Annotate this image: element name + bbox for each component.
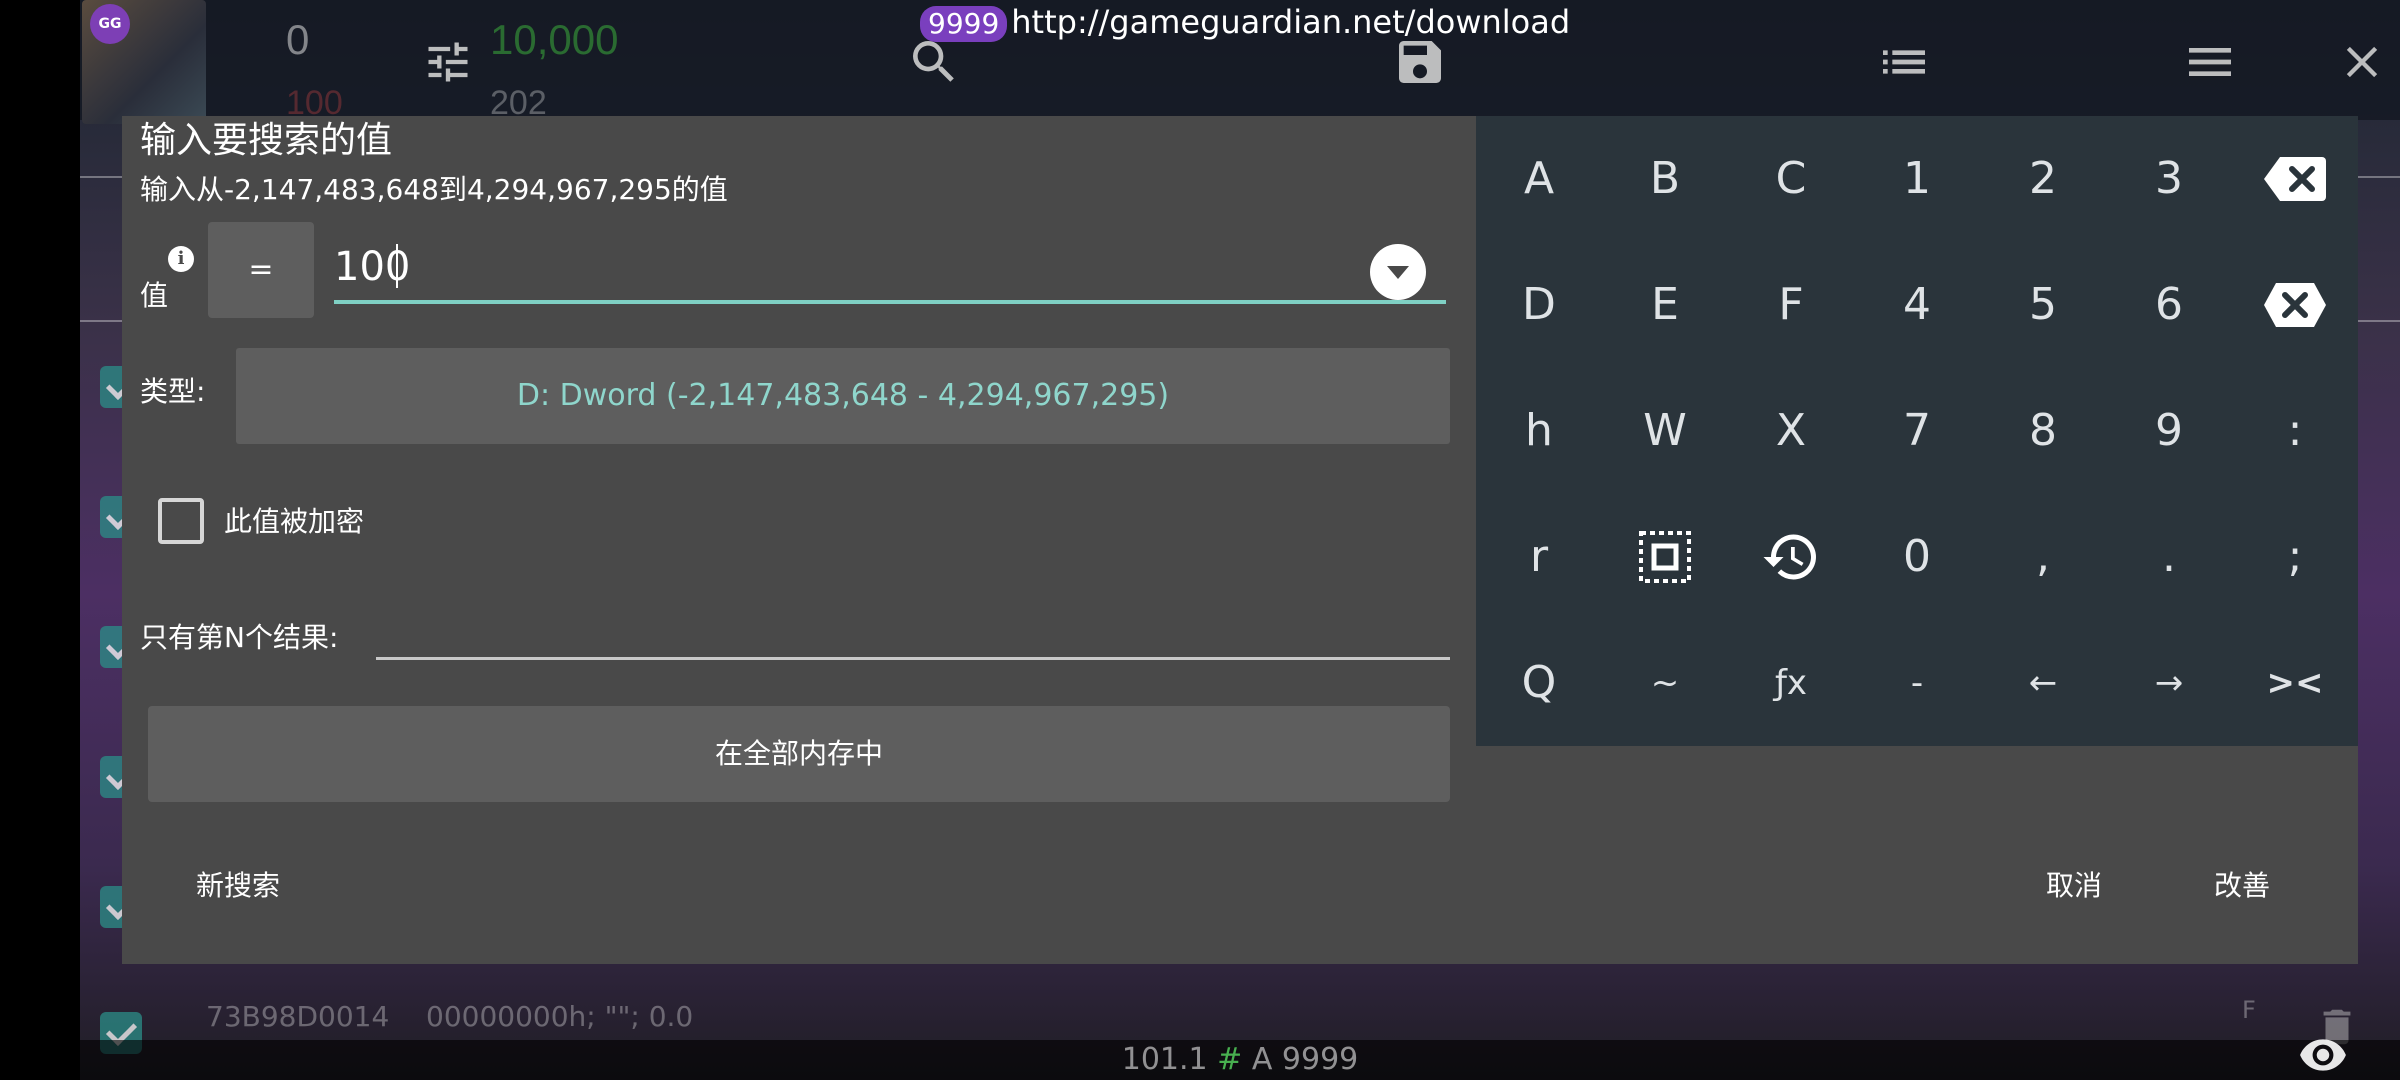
- type-label: 类型:: [140, 375, 206, 408]
- history-dropdown-button[interactable]: [1370, 244, 1426, 300]
- key-8[interactable]: 8: [1980, 368, 2106, 494]
- save-icon[interactable]: [1392, 34, 1448, 90]
- key-comma[interactable]: ,: [1980, 494, 2106, 620]
- key-tilde[interactable]: ~: [1602, 620, 1728, 746]
- key-h[interactable]: h: [1476, 368, 1602, 494]
- search-icon[interactable]: [906, 34, 962, 90]
- text-cursor: [396, 244, 398, 288]
- key-D[interactable]: D: [1476, 242, 1602, 368]
- close-icon[interactable]: [2336, 36, 2388, 88]
- key-r[interactable]: r: [1476, 494, 1602, 620]
- key-5[interactable]: 5: [1980, 242, 2106, 368]
- bg-counter-left: 0: [286, 16, 310, 63]
- operator-button[interactable]: =: [208, 222, 314, 318]
- history-icon[interactable]: [1728, 494, 1854, 620]
- filter-icon[interactable]: [422, 36, 474, 88]
- key-6[interactable]: 6: [2106, 242, 2232, 368]
- search-dialog: 输入要搜索的值 输入从-2,147,483,648到4,294,967,295的…: [122, 116, 2358, 964]
- count-badge: 9999: [920, 6, 1008, 42]
- key-A[interactable]: A: [1476, 116, 1602, 242]
- key-F[interactable]: F: [1728, 242, 1854, 368]
- bg-row-flag: F: [2242, 996, 2256, 1024]
- key-3[interactable]: 3: [2106, 116, 2232, 242]
- key-1[interactable]: 1: [1854, 116, 1980, 242]
- encrypted-checkbox[interactable]: [158, 498, 204, 544]
- select-icon[interactable]: [1602, 494, 1728, 620]
- value-label: 值: [140, 279, 169, 312]
- backspace-icon[interactable]: [2232, 116, 2358, 242]
- key-7[interactable]: 7: [1854, 368, 1980, 494]
- key-C[interactable]: C: [1728, 116, 1854, 242]
- key-Q[interactable]: Q: [1476, 620, 1602, 746]
- dialog-subtitle: 输入从-2,147,483,648到4,294,967,295的值: [140, 173, 728, 206]
- download-url[interactable]: http://gameguardian.net/download: [1011, 3, 1570, 41]
- new-search-button[interactable]: 新搜索: [196, 866, 280, 906]
- type-select[interactable]: D: Dword (-2,147,483,648 - 4,294,967,295…: [236, 348, 1450, 444]
- nth-result-label: 只有第N个结果:: [140, 621, 339, 654]
- list-icon[interactable]: [1876, 34, 1932, 90]
- key-9[interactable]: 9: [2106, 368, 2232, 494]
- refine-button[interactable]: 改善: [2214, 866, 2270, 906]
- key-2[interactable]: 2: [1980, 116, 2106, 242]
- key-X[interactable]: X: [1728, 368, 1854, 494]
- bg-result-row[interactable]: 73B98D0014 00000000h; ""; 0.0 F: [80, 996, 2400, 1042]
- bg-row-value: 00000000h; ""; 0.0: [426, 1000, 694, 1033]
- key-B[interactable]: B: [1602, 116, 1728, 242]
- key-semicolon[interactable]: ;: [2232, 494, 2358, 620]
- key-cursor-right[interactable]: →: [2106, 620, 2232, 746]
- key-0[interactable]: 0: [1854, 494, 1980, 620]
- status-prefix: 101.1: [1121, 1042, 1208, 1077]
- info-icon[interactable]: i: [168, 246, 194, 272]
- key-minus[interactable]: -: [1854, 620, 1980, 746]
- status-bar: 101.1 # A 9999: [80, 1040, 2400, 1080]
- key-collapse[interactable]: ><: [2232, 620, 2358, 746]
- memory-range-button[interactable]: 在全部内存中: [148, 706, 1450, 802]
- eye-icon[interactable]: [2298, 1030, 2348, 1080]
- status-suffix: A 9999: [1251, 1042, 1359, 1077]
- dialog-title: 输入要搜索的值: [140, 120, 393, 161]
- bg-row-address: 73B98D0014: [206, 1000, 390, 1033]
- value-input[interactable]: [334, 234, 1446, 304]
- key-function[interactable]: ƒx: [1728, 620, 1854, 746]
- app-icon: GG: [82, 0, 206, 124]
- keypad: A B C 1 2 3 D E F 4 5 6 h W X 7 8 9 : r: [1476, 116, 2358, 746]
- key-4[interactable]: 4: [1854, 242, 1980, 368]
- cancel-button[interactable]: 取消: [2046, 866, 2102, 906]
- key-colon[interactable]: :: [2232, 368, 2358, 494]
- nth-result-input[interactable]: [376, 606, 1450, 660]
- key-period[interactable]: .: [2106, 494, 2232, 620]
- url-header: 9999 http://gameguardian.net/download: [920, 2, 1570, 42]
- key-cursor-left[interactable]: ←: [1980, 620, 2106, 746]
- menu-icon[interactable]: [2182, 34, 2238, 90]
- clear-icon[interactable]: [2232, 242, 2358, 368]
- bg-counter-right: 10,000: [490, 16, 619, 63]
- key-W[interactable]: W: [1602, 368, 1728, 494]
- status-hash: #: [1217, 1042, 1243, 1077]
- key-E[interactable]: E: [1602, 242, 1728, 368]
- encrypted-label[interactable]: 此值被加密: [224, 502, 364, 542]
